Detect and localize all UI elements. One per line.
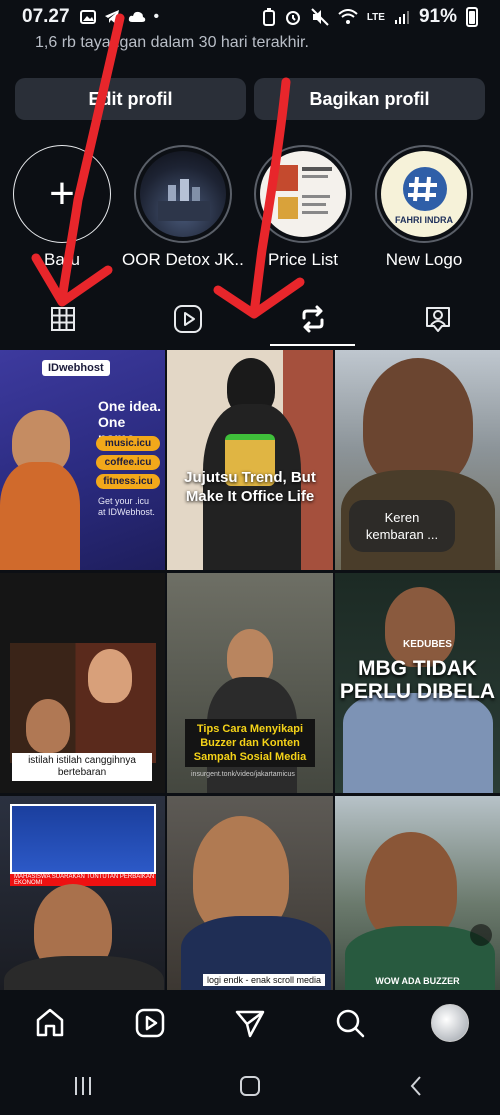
ad-headline-1: One idea. bbox=[98, 398, 162, 414]
highlight-label: Price List bbox=[268, 250, 338, 269]
new-highlight-circle[interactable]: + bbox=[13, 145, 111, 243]
highlight-new[interactable]: + Baru bbox=[1, 145, 123, 270]
ad-pill: fitness.icu bbox=[96, 474, 160, 489]
post-caption: istilah istilah canggihnya bertebaran bbox=[12, 753, 152, 781]
brand-logo: IDwebhost bbox=[42, 360, 110, 376]
story-highlights: + Baru OOR Detox JK... Price List FAHRI … bbox=[0, 145, 500, 275]
tab-tagged[interactable] bbox=[375, 290, 500, 348]
reposts-grid: IDwebhost One idea. One name. music.icu … bbox=[0, 350, 500, 992]
grid-post[interactable]: WOW ADA BUZZER bbox=[335, 796, 500, 992]
telegram-icon bbox=[104, 10, 119, 24]
logo-text: FAHRI INDRA bbox=[395, 215, 453, 225]
profile-actions: Edit profil Bagikan profil bbox=[15, 78, 485, 120]
nav-home[interactable] bbox=[26, 999, 74, 1047]
notification-icons: • bbox=[79, 8, 160, 26]
tv-screenshot bbox=[10, 804, 156, 874]
grid-post[interactable]: Keren kembaran ... bbox=[335, 350, 500, 570]
grid-post[interactable]: istilah istilah canggihnya bertebaran bbox=[0, 573, 165, 793]
highlight-thumbnail: FAHRI INDRA bbox=[381, 151, 467, 237]
tv-ticker: MAHASISWA SUARAKAN TUNTUTAN PERBAIKAN EK… bbox=[10, 874, 156, 886]
profile-tabs bbox=[0, 290, 500, 348]
highlight-label: Baru bbox=[44, 250, 80, 269]
post-caption: logi endk - enak scroll media bbox=[203, 974, 326, 986]
ad-footer-2: at IDWebhost. bbox=[98, 507, 155, 517]
sound-icon[interactable] bbox=[470, 924, 492, 946]
reels-icon bbox=[135, 1008, 165, 1038]
plus-icon: + bbox=[49, 169, 75, 218]
price-list-graphic bbox=[276, 165, 332, 219]
status-bar: 07.27 • LTE 91% bbox=[0, 0, 500, 34]
source-tag: KEDUBES bbox=[403, 639, 452, 650]
highlight-thumbnail bbox=[260, 151, 346, 237]
home-icon bbox=[36, 1008, 64, 1037]
gallery-icon bbox=[79, 10, 96, 24]
building-graphic bbox=[158, 179, 210, 221]
nav-messages[interactable] bbox=[226, 999, 274, 1047]
grid-post[interactable]: Tips Cara Menyikapi Buzzer dan Konten Samp… bbox=[167, 573, 333, 793]
highlight-new-logo[interactable]: FAHRI INDRA New Logo bbox=[363, 145, 485, 270]
status-right: LTE 91% bbox=[262, 6, 478, 28]
post-caption: WOW ADA BUZZER bbox=[375, 976, 460, 986]
grid-icon bbox=[50, 307, 75, 331]
ad-footer-1: Get your .icu bbox=[98, 496, 150, 506]
home-button-icon[interactable] bbox=[238, 1074, 262, 1098]
battery-icon bbox=[466, 7, 478, 27]
recent-apps-icon[interactable] bbox=[71, 1074, 95, 1098]
repost-icon bbox=[302, 305, 323, 333]
bottom-navigation bbox=[0, 990, 500, 1056]
mute-icon bbox=[311, 8, 329, 26]
grid-post[interactable]: logi endk - enak scroll media bbox=[167, 796, 333, 992]
battery-percent: 91% bbox=[418, 6, 457, 27]
back-icon[interactable] bbox=[405, 1074, 429, 1098]
post-title: Tips Cara Menyikapi Buzzer dan Konten Samp… bbox=[185, 719, 315, 767]
profile-avatar bbox=[431, 1004, 469, 1042]
highlight-price-list[interactable]: Price List bbox=[242, 145, 364, 270]
grid-post[interactable]: KEDUBES MBG TIDAK PERLU DIBELA bbox=[335, 573, 500, 793]
edit-profile-button[interactable]: Edit profil bbox=[15, 78, 246, 120]
nav-profile[interactable] bbox=[426, 999, 474, 1047]
tab-grid[interactable] bbox=[0, 290, 125, 348]
share-profile-button[interactable]: Bagikan profil bbox=[254, 78, 485, 120]
highlight-thumbnail bbox=[140, 151, 226, 237]
reels-icon bbox=[173, 305, 202, 333]
grid-post[interactable]: MAHASISWA SUARAKAN TUNTUTAN PERBAIKAN EK… bbox=[0, 796, 165, 992]
tagged-icon bbox=[425, 307, 450, 332]
highlight-label: OOR Detox JK... bbox=[122, 250, 244, 269]
ad-pill: coffee.icu bbox=[96, 455, 160, 470]
tab-reels[interactable] bbox=[125, 290, 250, 348]
post-title: MBG TIDAK PERLU DIBELA bbox=[339, 657, 496, 703]
nav-reels[interactable] bbox=[126, 999, 174, 1047]
send-icon bbox=[235, 1010, 265, 1038]
dot-icon: • bbox=[153, 8, 160, 25]
network-label: LTE bbox=[366, 11, 385, 23]
ad-pill: music.icu bbox=[96, 436, 160, 451]
grid-post[interactable]: IDwebhost One idea. One name. music.icu … bbox=[0, 350, 165, 570]
cloud-icon bbox=[128, 11, 145, 22]
highlight-label: New Logo bbox=[385, 250, 463, 269]
alarm-icon bbox=[285, 11, 300, 25]
system-navigation bbox=[0, 1056, 500, 1115]
highlight-oor-detox[interactable]: OOR Detox JK... bbox=[122, 145, 244, 270]
battery-saver-icon bbox=[262, 8, 275, 26]
source-url: insurgent.tonk/video/jakartamicus bbox=[191, 771, 295, 778]
comment-bubble: Keren kembaran ... bbox=[349, 500, 455, 552]
search-icon bbox=[336, 1009, 365, 1038]
person-face bbox=[363, 358, 473, 488]
signal-icon bbox=[394, 11, 409, 24]
wifi-icon bbox=[338, 9, 358, 24]
status-time: 07.27 bbox=[22, 6, 70, 27]
views-summary[interactable]: 1,6 rb tayangan dalam 30 hari terakhir. bbox=[35, 34, 309, 52]
tab-reposts[interactable] bbox=[250, 290, 375, 348]
nav-search[interactable] bbox=[326, 999, 374, 1047]
grid-post[interactable]: Jujutsu Trend, But Make It Office Life bbox=[167, 350, 333, 570]
post-title: Jujutsu Trend, But Make It Office Life bbox=[184, 469, 316, 505]
